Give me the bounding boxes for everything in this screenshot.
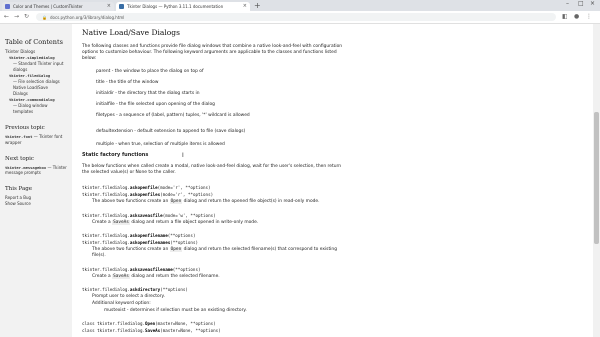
this-page-title: This Page bbox=[5, 186, 33, 192]
lock-icon: 🔒 bbox=[42, 14, 47, 20]
option-item: initialfile - the file selected upon ope… bbox=[96, 102, 215, 107]
close-window-icon[interactable]: × bbox=[590, 0, 595, 7]
scrollbar[interactable] bbox=[593, 24, 600, 337]
toc-item[interactable]: tkinter.commondialog bbox=[5, 97, 72, 102]
function-signature: tkinter.filedialog.askdirectory(**option… bbox=[82, 287, 188, 292]
toc-item[interactable]: templates bbox=[5, 109, 72, 114]
option-item: parent - the window to place the dialog … bbox=[96, 69, 204, 74]
browser-toolbar: ← → ↻ 🔒 docs.python.org/3/library/dialog… bbox=[0, 11, 600, 24]
minimize-icon[interactable]: – bbox=[566, 0, 569, 7]
report-bug-link[interactable]: Report a Bug bbox=[5, 195, 72, 200]
function-description: Additional keyword option: bbox=[92, 301, 151, 306]
close-tab-icon[interactable]: × bbox=[243, 3, 247, 9]
tab-title: Tkinter Dialogs — Python 3.11.1 document… bbox=[127, 4, 224, 9]
page-heading: Native Load/Save Dialogs bbox=[82, 28, 180, 37]
url-text: docs.python.org/3/library/dialog.html bbox=[49, 14, 125, 20]
function-description: The above two functions create an Open d… bbox=[92, 199, 320, 204]
scrollbar-thumb[interactable] bbox=[594, 112, 599, 244]
toc-item[interactable]: Dialogs bbox=[5, 91, 72, 96]
sidebar: Table of Contents Tkinter Dialogs tkinte… bbox=[0, 24, 72, 337]
favicon-icon bbox=[119, 4, 124, 9]
toc-title: Table of Contents bbox=[5, 38, 63, 46]
toc-item[interactable]: dialogs bbox=[5, 67, 72, 72]
function-signature: tkinter.filedialog.askopenfile(mode='r',… bbox=[82, 185, 211, 190]
prev-topic-link[interactable]: tkinter.font — Tkinter font bbox=[5, 134, 72, 139]
tab-title: Color and Themes | CustomTkinter bbox=[13, 4, 83, 9]
function-description: Create a SaveAs dialog and return the se… bbox=[92, 274, 220, 279]
section-heading: Static factory functions bbox=[82, 152, 149, 158]
reload-icon[interactable]: ↻ bbox=[24, 13, 29, 20]
mouse-cursor-icon: I bbox=[182, 152, 184, 159]
browser-tab[interactable]: Color and Themes | CustomTkinter × bbox=[2, 2, 114, 11]
intro-paragraph: The following classes and functions prov… bbox=[82, 44, 343, 61]
favicon-icon bbox=[5, 4, 10, 9]
toc-item[interactable]: Native Load/Save bbox=[5, 85, 72, 90]
toc-item[interactable]: — Standard Tkinter input bbox=[5, 61, 72, 66]
toc-item[interactable]: — Dialog window bbox=[5, 103, 72, 108]
next-topic-title: Next topic bbox=[5, 156, 35, 162]
function-description: Prompt user to select a directory. bbox=[92, 294, 165, 299]
function-description: The above two functions create an Open d… bbox=[92, 247, 337, 258]
menu-icon[interactable]: ⋮ bbox=[586, 13, 592, 20]
address-bar[interactable]: 🔒 docs.python.org/3/library/dialog.html bbox=[36, 13, 556, 21]
toc-item[interactable]: Tkinter Dialogs bbox=[5, 49, 72, 54]
function-signature: tkinter.filedialog.asksaveasfilename(**o… bbox=[82, 267, 201, 272]
option-item: initialdir - the directory that the dial… bbox=[96, 91, 200, 96]
option-item: title - the title of the window bbox=[96, 80, 159, 85]
prev-topic-title: Previous topic bbox=[5, 125, 45, 131]
extensions-icon[interactable]: ◧ bbox=[562, 13, 568, 20]
static-intro: The below functions when called create a… bbox=[82, 164, 341, 175]
prev-topic-link-cont[interactable]: wrapper bbox=[5, 140, 72, 145]
function-description: Create a SaveAs dialog and return a file… bbox=[92, 220, 259, 225]
option-item: defaultextension - default extension to … bbox=[96, 129, 246, 134]
class-signature: class tkinter.filedialog.SaveAs(master=N… bbox=[82, 328, 221, 333]
main-content: Native Load/Save Dialogs The following c… bbox=[82, 24, 592, 337]
option-item: multiple - when true, selection of multi… bbox=[96, 142, 225, 147]
next-topic-link[interactable]: tkinter.messagebox — Tkinter message pro… bbox=[5, 165, 72, 175]
toc-item[interactable]: — File selection dialogs bbox=[5, 79, 72, 84]
browser-tab-active[interactable]: Tkinter Dialogs — Python 3.11.1 document… bbox=[116, 2, 250, 11]
close-tab-icon[interactable]: × bbox=[107, 3, 111, 9]
function-signature: tkinter.filedialog.askopenfilename(**opt… bbox=[82, 233, 196, 238]
back-icon[interactable]: ← bbox=[4, 13, 9, 20]
toc-item[interactable]: tkinter.filedialog bbox=[5, 73, 72, 78]
class-signature: class tkinter.filedialog.Open(master=Non… bbox=[82, 321, 216, 326]
function-signature: tkinter.filedialog.askopenfilenames(**op… bbox=[82, 240, 198, 245]
function-description: mustexist - determines if selection must… bbox=[104, 308, 247, 313]
option-item: filetypes - a sequence of (label, patter… bbox=[96, 113, 250, 118]
forward-icon[interactable]: → bbox=[14, 13, 19, 20]
function-signature: tkinter.filedialog.asksaveasfile(mode='w… bbox=[82, 213, 216, 218]
toc-item[interactable]: tkinter.simpledialog bbox=[5, 55, 72, 60]
new-tab-button[interactable]: + bbox=[254, 1, 261, 10]
maximize-icon[interactable]: □ bbox=[578, 0, 584, 7]
profile-icon[interactable]: ● bbox=[574, 13, 579, 20]
show-source-link[interactable]: Show Source bbox=[5, 201, 72, 206]
function-signature: tkinter.filedialog.askopenfiles(mode='r'… bbox=[82, 192, 214, 197]
tab-bar: Color and Themes | CustomTkinter × Tkint… bbox=[0, 0, 600, 11]
